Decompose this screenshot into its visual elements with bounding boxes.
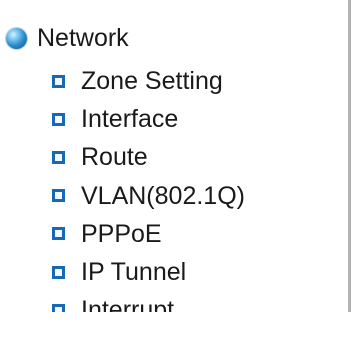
network-section-header[interactable]: Network: [6, 20, 129, 56]
network-section-label: Network: [37, 24, 129, 52]
menu-item-ip-tunnel[interactable]: IP Tunnel: [52, 253, 245, 291]
menu-item-route[interactable]: Route: [52, 138, 245, 176]
square-bullet-icon: [52, 74, 65, 88]
menu-item-interface[interactable]: Interface: [52, 100, 245, 138]
square-bullet-icon: [52, 189, 65, 203]
menu-item-pppoe[interactable]: PPPoE: [52, 215, 245, 253]
navigation-panel: Network Zone Setting Interface Route VLA…: [0, 0, 351, 339]
globe-icon: [6, 27, 27, 49]
menu-item-vlan[interactable]: VLAN(802.1Q): [52, 177, 245, 215]
square-bullet-icon: [52, 227, 65, 241]
menu-item-label: IP Tunnel: [81, 258, 187, 287]
menu-item-zone-setting[interactable]: Zone Setting: [52, 62, 245, 100]
menu-item-label: Interface: [81, 105, 179, 134]
menu-item-label: VLAN(802.1Q): [81, 181, 245, 210]
square-bullet-icon: [52, 150, 65, 164]
menu-item-label: Route: [81, 143, 148, 172]
network-submenu: Zone Setting Interface Route VLAN(802.1Q…: [52, 62, 245, 329]
menu-item-label: PPPoE: [81, 219, 162, 248]
square-bullet-icon: [52, 265, 65, 279]
menu-item-label: Zone Setting: [81, 67, 223, 96]
square-bullet-icon: [52, 112, 65, 126]
bottom-white-strip: [0, 312, 357, 339]
